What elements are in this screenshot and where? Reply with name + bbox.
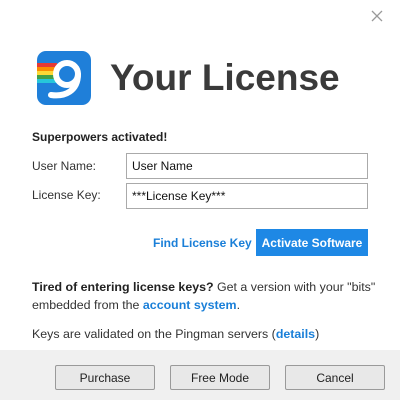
license-key-input[interactable]: [126, 183, 368, 209]
activate-software-button[interactable]: Activate Software: [256, 229, 368, 256]
pingman-logo-icon: [37, 51, 91, 105]
page-title: Your License: [110, 57, 340, 98]
close-button[interactable]: [368, 7, 386, 25]
details-link[interactable]: details: [276, 327, 315, 341]
free-mode-button[interactable]: Free Mode: [170, 365, 270, 390]
tired-period: .: [236, 298, 241, 312]
validated-text: Keys are validated on the Pingman server…: [32, 327, 276, 341]
user-name-label: User Name:: [32, 159, 97, 173]
cancel-button[interactable]: Cancel: [285, 365, 385, 390]
find-license-key-link[interactable]: Find License Key: [153, 234, 252, 252]
tired-bold-text: Tired of entering license keys?: [32, 280, 214, 294]
purchase-button[interactable]: Purchase: [55, 365, 155, 390]
activated-status: Superpowers activated!: [32, 130, 168, 144]
tired-paragraph: Tired of entering license keys? Get a ve…: [32, 278, 377, 314]
validated-close-paren: ): [315, 327, 320, 341]
close-icon: [371, 10, 383, 22]
license-key-label: License Key:: [32, 188, 101, 202]
account-system-link[interactable]: account system: [143, 298, 237, 312]
validated-paragraph: Keys are validated on the Pingman server…: [32, 325, 377, 343]
user-name-input[interactable]: [126, 153, 368, 179]
